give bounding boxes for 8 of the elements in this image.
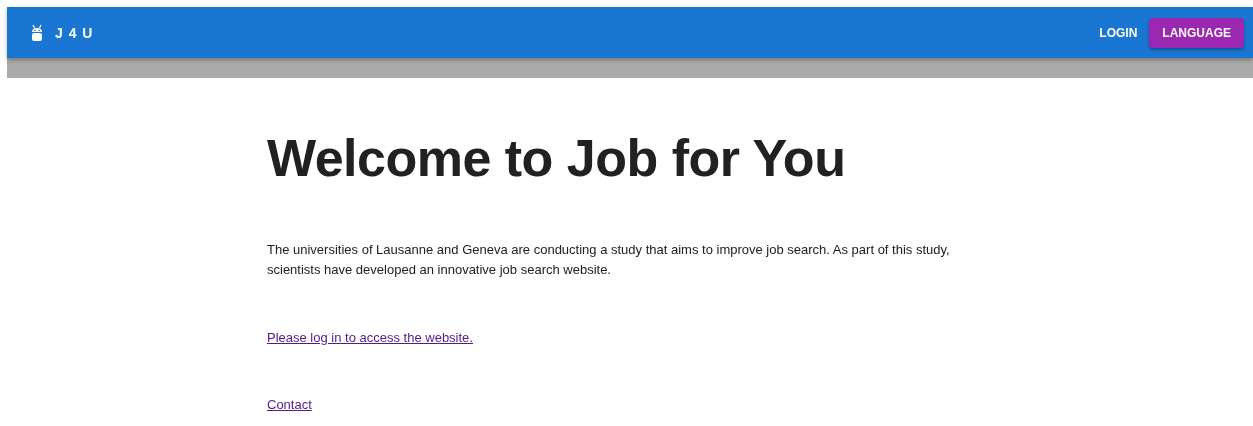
- page-title: Welcome to Job for You: [267, 128, 847, 188]
- login-link[interactable]: Please log in to access the website.: [267, 330, 473, 345]
- robot-icon: [31, 23, 43, 42]
- contact-link[interactable]: Contact: [267, 397, 312, 412]
- login-button[interactable]: LOGIN: [1093, 17, 1144, 48]
- language-button[interactable]: LANGUAGE: [1149, 17, 1244, 48]
- logo-text: J 4 U: [55, 24, 94, 41]
- intro-paragraph: The universities of Lausanne and Geneva are conducting a study that aims to improve job search. As part of this study, scientists have developed an innovative job search website.: [267, 241, 951, 279]
